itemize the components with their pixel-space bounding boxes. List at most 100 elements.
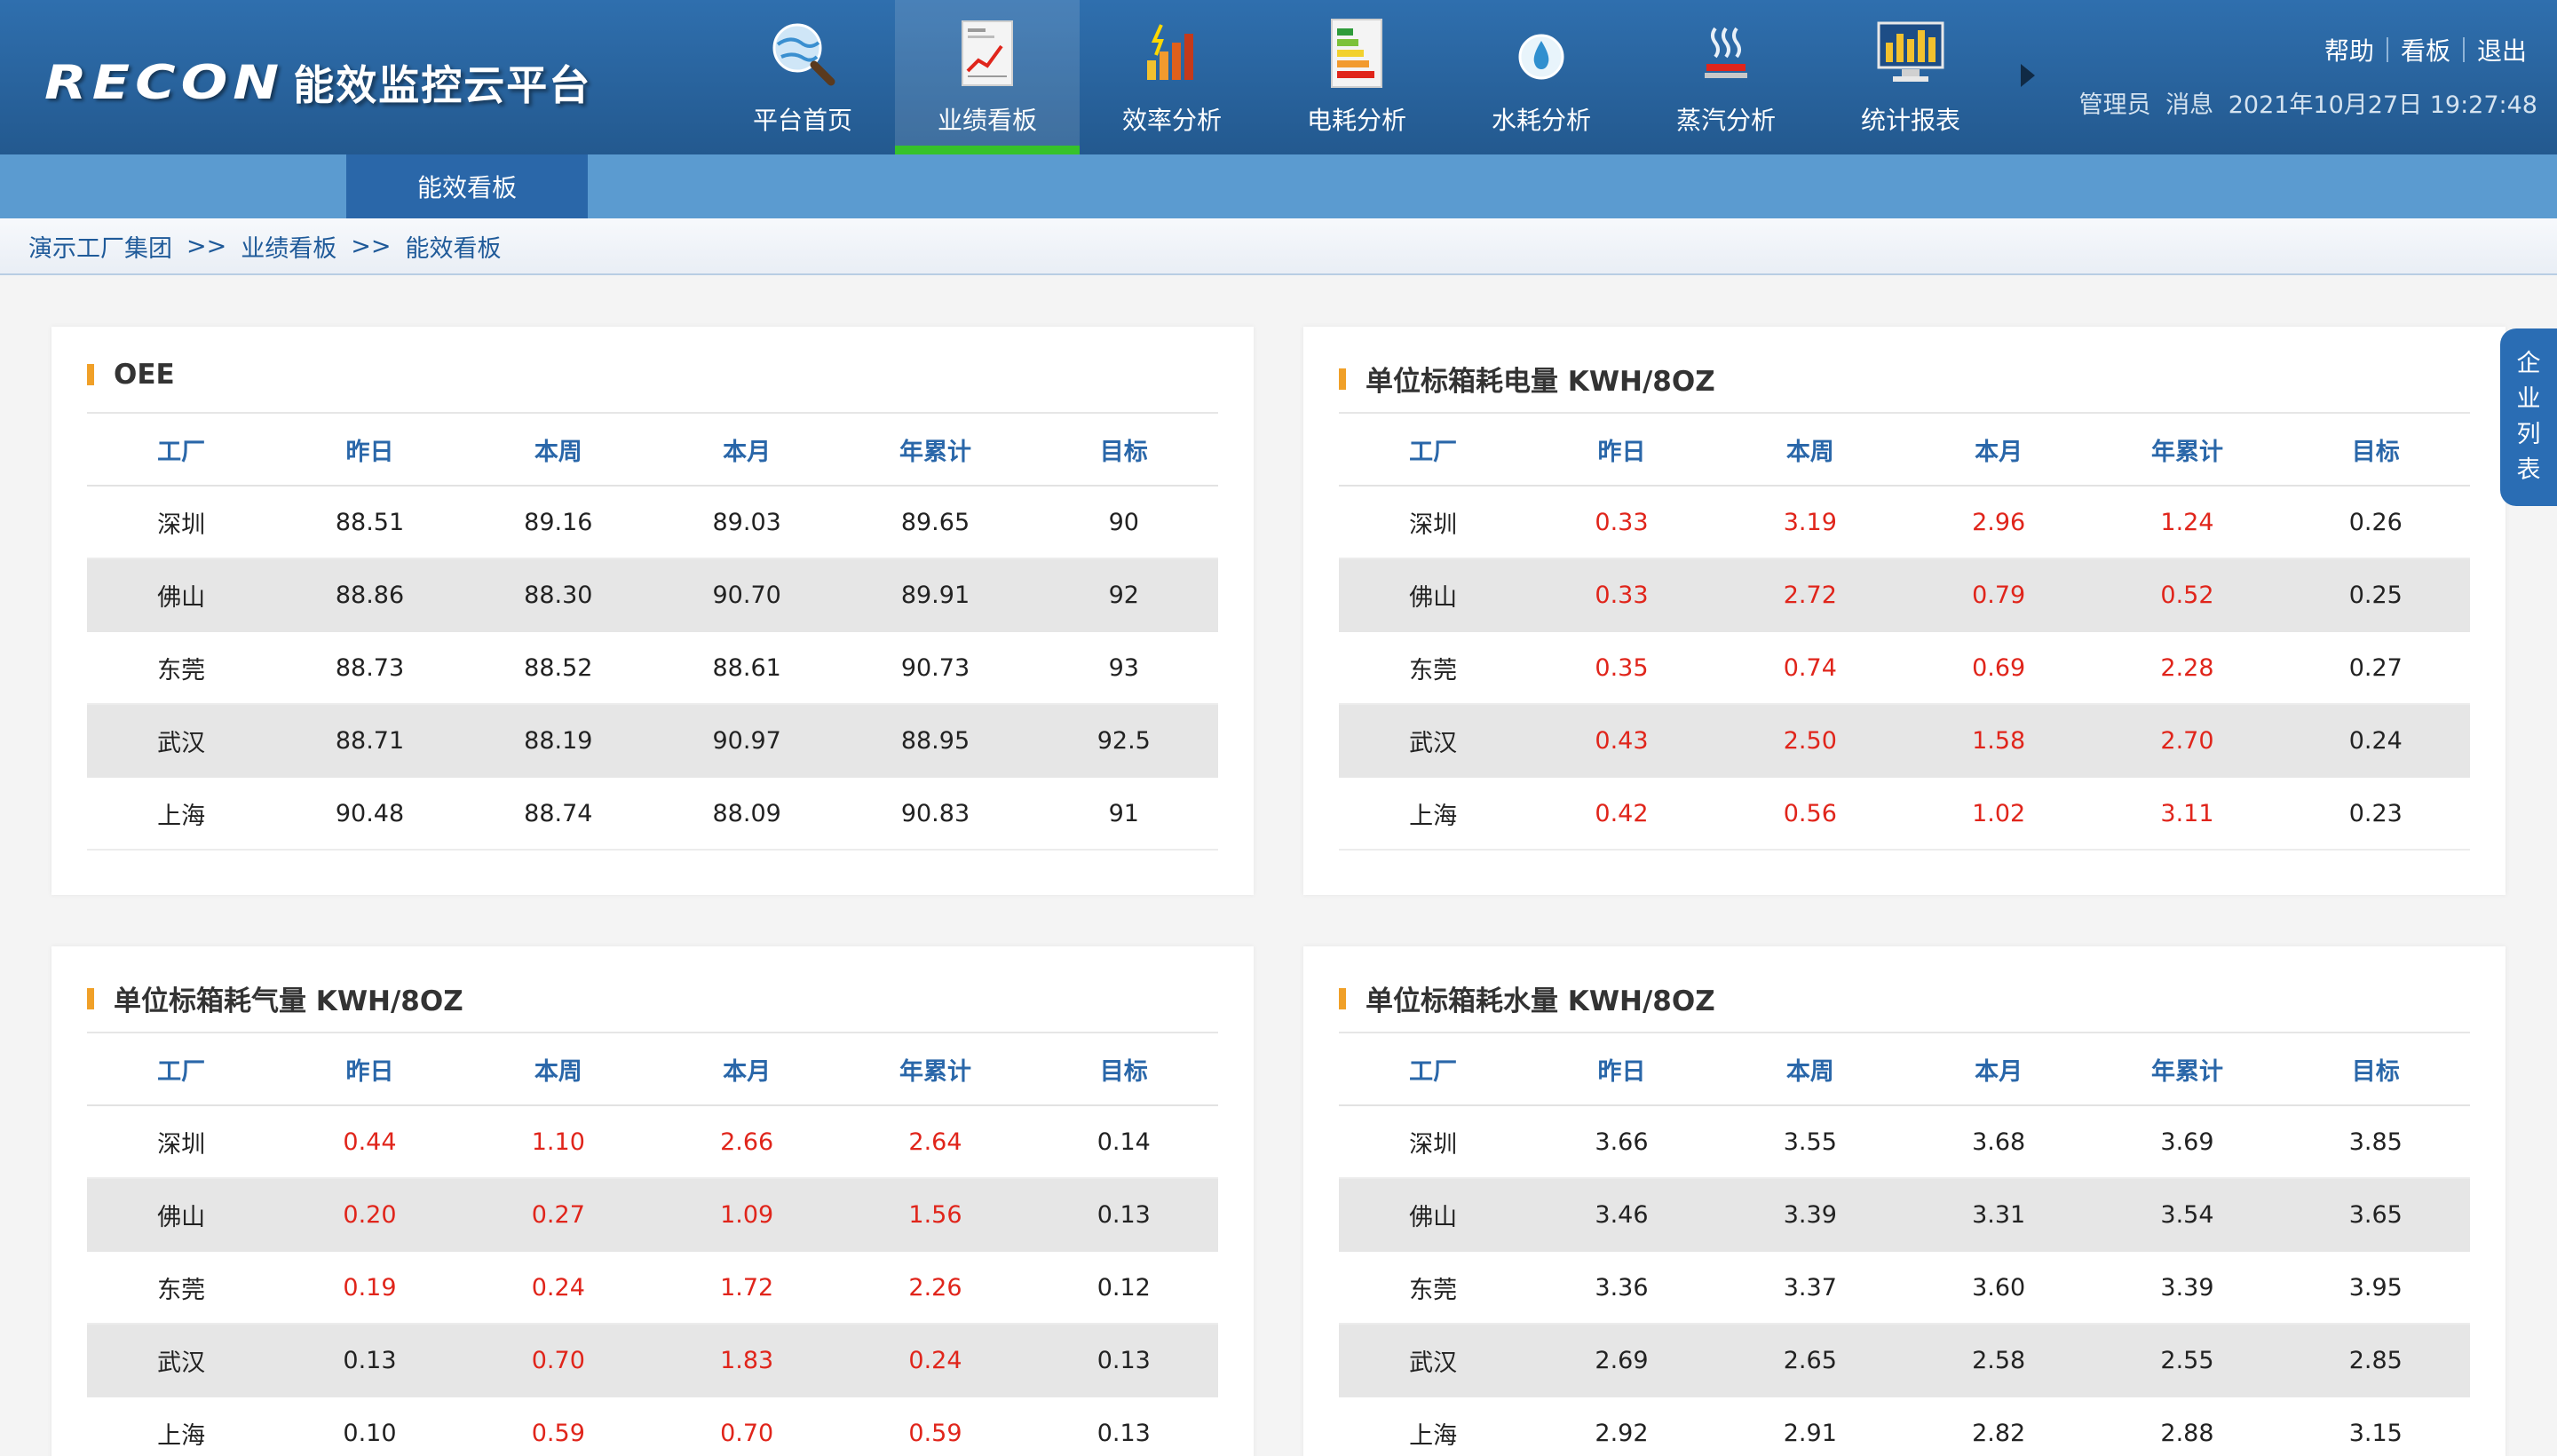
table-cell: 89.65 (900, 508, 970, 536)
table-cell: 2.91 (1783, 1419, 1837, 1447)
table-cell: 88.73 (335, 653, 405, 682)
table-cell: 88.95 (900, 726, 970, 755)
table-cell: 0.24 (2348, 726, 2403, 755)
nav-item-efficiency-analysis[interactable]: 效率分析 (1080, 0, 1264, 154)
tab-efficiency-board[interactable]: 能效看板 (346, 154, 588, 218)
table-cell: 93 (1108, 653, 1139, 682)
table-cell: 3.69 (2160, 1128, 2214, 1156)
column-header: 昨日 (1597, 1057, 1646, 1086)
table-cell: 90.73 (900, 653, 970, 682)
nav-scroll-right-icon[interactable] (2021, 64, 2035, 87)
column-header: 目标 (1099, 438, 1148, 466)
enterprise-list-tab[interactable]: 企 业 列 表 (2500, 328, 2557, 506)
table-cell: 0.52 (2160, 581, 2214, 609)
table-cell: 上海 (157, 802, 206, 830)
table-cell: 3.39 (2160, 1273, 2214, 1302)
panel-title-text: 单位标箱耗电量 KWH/8OZ (1366, 366, 1715, 398)
column-header: 本周 (1785, 1057, 1834, 1086)
table-cell: 1.58 (1972, 726, 2026, 755)
nav-item-performance-board[interactable]: 业绩看板 (895, 0, 1080, 154)
nav-label: 电耗分析 (1306, 106, 1406, 135)
nav-item-statistics-report[interactable]: 统计报表 (1818, 0, 2003, 154)
user-name[interactable]: 管理员 (2079, 91, 2151, 119)
table-cell: 2.55 (2160, 1346, 2214, 1374)
table-cell: 88.74 (524, 799, 593, 827)
table-cell: 佛山 (157, 583, 206, 612)
gas-consumption-panel: 单位标箱耗气量 KWH/8OZ 工厂 昨日 本周 本月 年累计 目标 深圳 0.44 1.10 2.… (51, 946, 1254, 1456)
logo[interactable]: RECON 能效监控云平台 (44, 50, 591, 115)
table-header-row: 工厂 昨日 本周 本月 年累计 目标 (1339, 1033, 2470, 1106)
chart-report-icon (962, 20, 1013, 86)
table-row: 东莞 88.73 88.52 88.61 90.73 93 (87, 632, 1218, 705)
main-nav: 平台首页 业绩看板 效率分析 电耗分析 水耗分析 蒸汽分析 统计报表 (710, 0, 2003, 154)
table-header-row: 工厂 昨日 本周 本月 年累计 目标 (1339, 414, 2470, 487)
column-header: 年累计 (899, 438, 971, 466)
energy-level-icon (1331, 19, 1382, 88)
table-cell: 佛山 (1409, 583, 1458, 612)
oee-panel: OEE 工厂 昨日 本周 本月 年累计 目标 深圳 88.51 89.16 89.03 89.65 90… (51, 327, 1254, 895)
sub-nav: 能效看板 (0, 154, 2557, 218)
power-consumption-panel: 单位标箱耗电量 KWH/8OZ 工厂 昨日 本周 本月 年累计 目标 深圳 0.33 3.19 2.… (1303, 327, 2506, 895)
table-cell: 3.15 (2348, 1419, 2403, 1447)
steam-icon (1705, 27, 1747, 78)
table-cell: 0.24 (531, 1273, 585, 1302)
nav-item-water-analysis[interactable]: 水耗分析 (1449, 0, 1634, 154)
sidetab-char: 业 (2516, 385, 2541, 413)
table-cell: 2.50 (1783, 726, 1837, 755)
table-cell: 武汉 (157, 1349, 206, 1377)
message-link[interactable]: 消息 (2165, 91, 2213, 119)
breadcrumb-item-group[interactable]: 演示工厂集团 (28, 229, 172, 264)
logo-subtitle: 能效监控云平台 (293, 60, 592, 109)
table-cell: 0.13 (1096, 1419, 1151, 1447)
breadcrumb-item-performance[interactable]: 业绩看板 (241, 229, 336, 264)
nav-item-power-analysis[interactable]: 电耗分析 (1264, 0, 1449, 154)
table-cell: 0.35 (1595, 653, 1649, 682)
nav-label: 蒸汽分析 (1675, 106, 1776, 135)
table-cell: 0.33 (1595, 581, 1649, 609)
table-cell: 3.36 (1595, 1273, 1649, 1302)
table-cell: 深圳 (1409, 1130, 1458, 1159)
nav-label: 效率分析 (1121, 106, 1222, 135)
nav-label: 平台首页 (752, 106, 852, 135)
table-cell: 90.48 (335, 799, 405, 827)
table-cell: 武汉 (157, 729, 206, 757)
table-cell: 3.19 (1783, 508, 1837, 536)
top-links: 帮助 看板 退出 (2312, 32, 2539, 67)
table-cell: 2.65 (1783, 1346, 1837, 1374)
table-cell: 0.69 (1972, 653, 2026, 682)
column-header: 目标 (1099, 1057, 1148, 1086)
table-cell: 0.19 (343, 1273, 397, 1302)
table-cell: 0.33 (1595, 508, 1649, 536)
table-cell: 88.30 (524, 581, 593, 609)
table-row: 武汉 0.43 2.50 1.58 2.70 0.24 (1339, 705, 2470, 778)
water-consumption-panel: 单位标箱耗水量 KWH/8OZ 工厂 昨日 本周 本月 年累计 目标 深圳 3.66 3.55 3.… (1303, 946, 2506, 1456)
table-cell: 3.68 (1972, 1128, 2026, 1156)
table-cell: 0.59 (908, 1419, 962, 1447)
nav-label: 水耗分析 (1491, 106, 1591, 135)
sidetab-char: 企 (2516, 350, 2541, 377)
table-row: 上海 0.10 0.59 0.70 0.59 0.13 (87, 1397, 1218, 1456)
table-cell: 上海 (1409, 802, 1458, 830)
table-cell: 2.96 (1972, 508, 2026, 536)
table-cell: 3.54 (2160, 1200, 2214, 1229)
data-table: 工厂 昨日 本周 本月 年累计 目标 深圳 3.66 3.55 3.68 3.69 3.85 佛山 3.4… (1339, 1033, 2470, 1456)
table-cell: 1.02 (1972, 799, 2026, 827)
nav-item-home[interactable]: 平台首页 (710, 0, 895, 154)
column-header: 昨日 (345, 1057, 394, 1086)
help-link[interactable]: 帮助 (2312, 32, 2387, 67)
panel-title: OEE (87, 359, 175, 391)
table-cell: 0.43 (1595, 726, 1649, 755)
sidetab-char: 列 (2516, 421, 2541, 448)
table-row: 东莞 3.36 3.37 3.60 3.39 3.95 (1339, 1252, 2470, 1325)
board-link[interactable]: 看板 (2388, 32, 2463, 67)
table-cell: 0.26 (2348, 508, 2403, 536)
nav-item-steam-analysis[interactable]: 蒸汽分析 (1634, 0, 1818, 154)
table-cell: 88.61 (712, 653, 781, 682)
table-cell: 3.31 (1972, 1200, 2026, 1229)
table-cell: 0.27 (2348, 653, 2403, 682)
table-row: 东莞 0.19 0.24 1.72 2.26 0.12 (87, 1252, 1218, 1325)
table-cell: 上海 (1409, 1421, 1458, 1450)
table-cell: 东莞 (1409, 656, 1458, 684)
logout-link[interactable]: 退出 (2465, 32, 2539, 67)
table-cell: 深圳 (157, 510, 206, 539)
